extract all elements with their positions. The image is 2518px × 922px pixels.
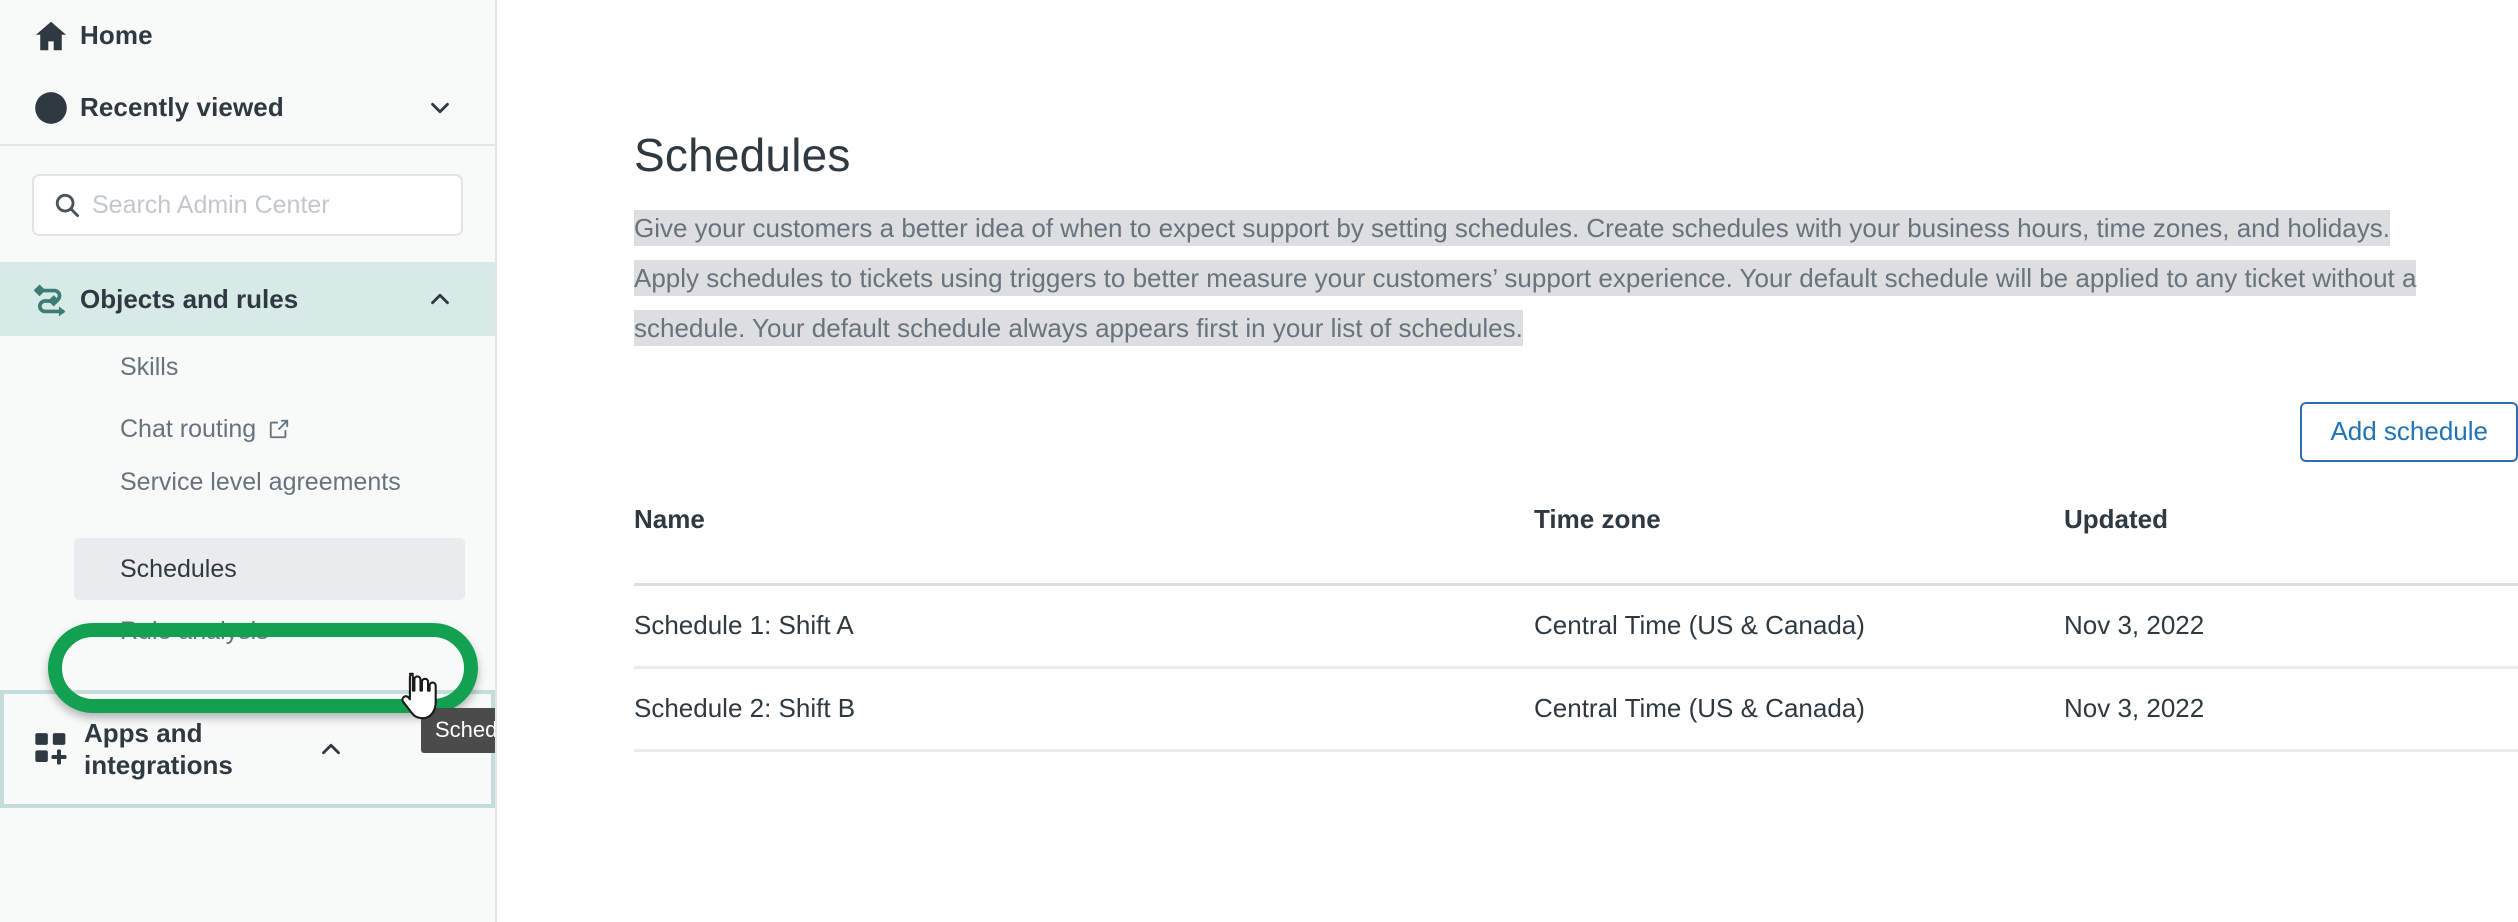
page-description: Give your customers a better idea of whe…	[634, 204, 2434, 354]
sidebar-item-service-level-agreements[interactable]: Service level agreements	[0, 460, 495, 538]
cell-name[interactable]: Schedule 2: Shift B	[634, 667, 1534, 752]
column-header-name[interactable]: Name	[634, 503, 1534, 586]
home-icon	[32, 17, 80, 55]
clock-icon	[32, 89, 80, 127]
column-header-updated[interactable]: Updated	[2064, 503, 2518, 586]
cell-time-zone: Central Time (US & Canada)	[1534, 584, 2064, 669]
sidebar-item-recently-viewed-label: Recently viewed	[80, 92, 284, 123]
search-icon	[52, 190, 92, 220]
objects-and-rules-icon	[32, 279, 80, 319]
schedules-table-head: Name Time zone Updated	[634, 503, 2518, 586]
schedules-table-body: Schedule 1: Shift A Central Time (US & C…	[634, 584, 2518, 752]
table-row[interactable]: Schedule 2: Shift B Central Time (US & C…	[634, 667, 2518, 752]
sidebar-item-home[interactable]: Home	[0, 0, 495, 72]
sidebar-item-schedules[interactable]: Schedules	[74, 538, 465, 600]
external-link-icon	[268, 418, 290, 440]
sidebar-section-objects-and-rules[interactable]: Objects and rules	[0, 262, 495, 336]
sidebar-item-service-level-agreements-label: Service level agreements	[120, 468, 401, 496]
chevron-down-icon[interactable]	[423, 93, 457, 123]
sidebar-section-apps-and-integrations-label: Apps and integrations	[84, 717, 233, 781]
sidebar-item-rule-analysis[interactable]: Rule analysis	[0, 600, 495, 662]
schedules-table: Name Time zone Updated Schedule 1: Shift…	[634, 503, 2518, 752]
main-inner: Schedules Give your customers a better i…	[497, 128, 2518, 752]
sidebar-item-chat-routing-label: Chat routing	[120, 414, 257, 443]
schedules-tooltip: Schedules	[421, 708, 495, 753]
page-description-text: Give your customers a better idea of whe…	[634, 210, 2417, 346]
apps-grid-plus-icon	[32, 729, 84, 769]
page-title: Schedules	[634, 129, 851, 181]
sidebar-item-skills-label: Skills	[120, 352, 179, 381]
sidebar-item-chat-routing[interactable]: Chat routing	[0, 398, 495, 460]
add-schedule-button[interactable]: Add schedule	[2300, 401, 2518, 462]
table-row[interactable]: Schedule 1: Shift A Central Time (US & C…	[634, 584, 2518, 669]
toolbar-row: Add schedule	[634, 401, 2518, 462]
sidebar-item-recently-viewed[interactable]: Recently viewed	[0, 72, 495, 144]
sidebar-section-objects-and-rules-label: Objects and rules	[80, 283, 299, 314]
sidebar: Home Recently viewed Search Admin Center…	[0, 0, 497, 922]
search-input[interactable]	[92, 190, 443, 220]
app-root: Home Recently viewed Search Admin Center…	[0, 0, 2518, 922]
cell-updated: Nov 3, 2022	[2064, 584, 2518, 669]
column-header-time-zone[interactable]: Time zone	[1534, 503, 2064, 586]
cell-name[interactable]: Schedule 1: Shift A	[634, 584, 1534, 669]
sidebar-item-rule-analysis-label: Rule analysis	[120, 616, 269, 645]
search-box[interactable]	[32, 174, 463, 236]
table-header-row: Name Time zone Updated	[634, 503, 2518, 586]
sidebar-search-wrapper	[0, 146, 495, 262]
chevron-up-icon[interactable]	[423, 284, 457, 314]
main-content: Schedules Give your customers a better i…	[497, 0, 2518, 922]
cell-updated: Nov 3, 2022	[2064, 667, 2518, 752]
chevron-up-icon[interactable]	[314, 734, 348, 764]
sidebar-item-schedules-label: Schedules	[120, 554, 237, 583]
sidebar-item-home-label: Home	[80, 20, 153, 51]
sidebar-item-skills[interactable]: Skills	[0, 336, 495, 398]
cell-time-zone: Central Time (US & Canada)	[1534, 667, 2064, 752]
